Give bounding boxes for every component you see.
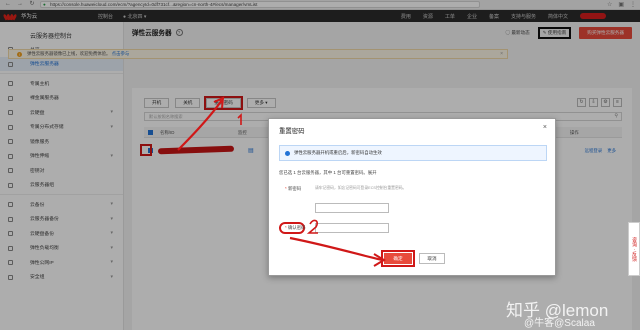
info-banner: 弹性云服务器开机或重启后，新密码自动生效 xyxy=(279,145,547,161)
close-icon[interactable]: × xyxy=(543,124,547,131)
new-password-label: * 新密码 xyxy=(285,186,302,191)
reset-password-dialog: 重置密码 × 弹性云服务器开机或重启后，新密码自动生效 您已选 1 台云服务器，… xyxy=(268,118,556,276)
confirm-password-field[interactable] xyxy=(315,223,389,233)
selection-summary: 您已选 1 台云服务器，其中 1 台可重置密码。展开 xyxy=(279,170,377,175)
new-password-field[interactable] xyxy=(315,203,389,213)
info-text: 弹性云服务器开机或重启后，新密码自动生效 xyxy=(294,150,382,155)
confirm-password-label: * 确认密码 xyxy=(285,225,306,230)
info-icon xyxy=(285,151,290,156)
password-hint: 请牢记密码，如忘记密码可登录ECS控制台重置密码。 xyxy=(315,186,407,190)
ok-button[interactable]: 确定 xyxy=(381,250,415,267)
dialog-title: 重置密码 xyxy=(279,128,305,135)
feedback-float-tab[interactable]: 咨询 · 反馈 xyxy=(628,222,640,276)
cancel-button[interactable]: 取消 xyxy=(419,253,445,264)
watermark-line2: @牛客@Scalaa xyxy=(524,318,595,329)
